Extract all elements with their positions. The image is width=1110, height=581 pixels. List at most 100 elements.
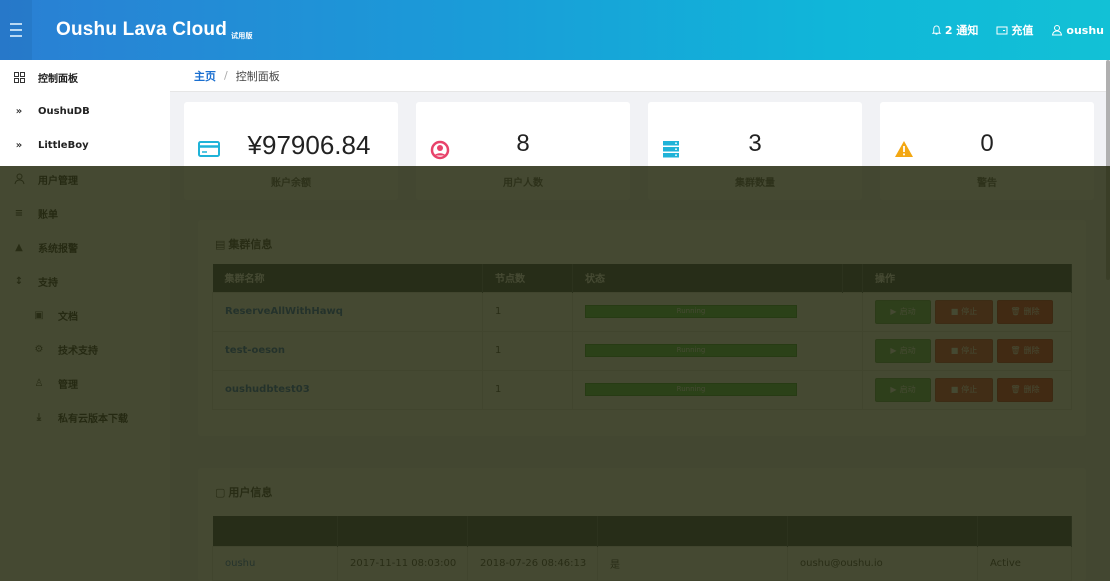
warnings-value: 0 (980, 130, 994, 157)
user-status: Active (977, 545, 1072, 581)
sidebar-item-admin[interactable]: ♙ 管理 (0, 366, 170, 400)
menu-toggle-button[interactable] (0, 0, 32, 60)
notifications-link[interactable]: 2 通知 (931, 22, 978, 38)
user-name-link[interactable]: oushu (212, 545, 338, 581)
cluster-info-panel: ▤ 集群信息 集群名称 节点数 状态 操作 ReserveAllWithHawq … (198, 220, 1086, 436)
balance-label: 账户余额 (271, 178, 311, 189)
table-header-row (212, 516, 1072, 546)
cluster-status-cell: Running (572, 369, 863, 410)
col-header[interactable] (977, 516, 1072, 546)
chevron-double-right-icon: » (15, 105, 23, 117)
stop-icon: ■ (950, 385, 959, 394)
user-icon (1052, 25, 1063, 36)
sidebar-item-docs[interactable]: ▣ 文档 (0, 298, 170, 332)
sidebar-item-label: LittleBoy (38, 139, 89, 151)
sidebar-item-oushudb[interactable]: » OushuDB (0, 94, 170, 128)
col-header[interactable] (597, 516, 788, 546)
play-icon: ▶ (890, 307, 897, 316)
pin-icon: ↕ (14, 275, 24, 287)
sidebar-item-support[interactable]: ↕ 支持 (0, 264, 170, 298)
table-row: ReserveAllWithHawq 1 Running ▶ 启动 ■ 停止 🗑 删除 (212, 291, 1072, 332)
stop-icon: ■ (950, 307, 959, 316)
status-progress-bar: Running (585, 383, 797, 396)
person-icon: ♙ (34, 377, 44, 389)
cluster-actions: ▶ 启动 ■ 停止 🗑 删除 (862, 369, 1072, 410)
chevron-double-right-icon: » (15, 139, 23, 151)
recharge-link[interactable]: 充值 (996, 22, 1033, 38)
stat-card-clusters[interactable]: 3 集群数量 (648, 102, 862, 200)
sidebar-item-dashboard[interactable]: 控制面板 (0, 60, 170, 94)
brand-title[interactable]: Oushu Lava Cloud 试用版 (56, 19, 253, 41)
user-flag: 是 (597, 545, 788, 581)
delete-button[interactable]: 🗑 删除 (997, 338, 1053, 363)
start-label: 启动 (899, 385, 916, 394)
user-menu[interactable]: oushu (1051, 24, 1104, 37)
user-panel-title: ▢ 用户信息 (212, 484, 272, 500)
col-header[interactable] (467, 516, 598, 546)
menu-line (10, 35, 22, 37)
sidebar-item-download[interactable]: ⤓ 私有云版本下载 (0, 400, 170, 434)
menu-line (10, 23, 22, 25)
list-icon: ≡ (14, 207, 24, 219)
trash-icon: 🗑 (1010, 385, 1021, 394)
delete-button[interactable]: 🗑 删除 (997, 299, 1053, 324)
stop-button[interactable]: ■ 停止 (935, 299, 993, 324)
cluster-actions: ▶ 启动 ■ 停止 🗑 删除 (862, 330, 1072, 371)
cluster-status-cell: Running (572, 291, 863, 332)
sidebar-item-tech-support[interactable]: ⚙ 技术支持 (0, 332, 170, 366)
sidebar-item-label: 支持 (38, 277, 58, 289)
stop-button[interactable]: ■ 停止 (935, 377, 993, 402)
cluster-name-link[interactable]: test-oeson (212, 330, 483, 371)
sidebar-item-billing[interactable]: ≡ 账单 (0, 196, 170, 230)
status-progress-bar: Running (585, 305, 797, 318)
cluster-actions: ▶ 启动 ■ 停止 🗑 删除 (862, 291, 1072, 332)
start-button[interactable]: ▶ 启动 (875, 377, 931, 402)
cluster-name-link[interactable]: ReserveAllWithHawq (212, 291, 483, 332)
table-row: oushu 2017-11-11 08:03:00 2018-07-26 08:… (212, 545, 1072, 581)
recharge-label: 充值 (1011, 24, 1034, 37)
user-name: oushu (1066, 23, 1104, 37)
stat-card-balance[interactable]: ¥97906.84 账户余额 (184, 102, 398, 200)
start-button[interactable]: ▶ 启动 (875, 338, 931, 363)
balance-value: ¥97906.84 (247, 130, 371, 160)
col-header[interactable] (212, 516, 338, 546)
play-icon: ▶ (890, 346, 897, 355)
sidebar-item-littleboy[interactable]: » LittleBoy (0, 128, 170, 162)
col-nodes[interactable]: 节点数 (482, 264, 573, 292)
play-icon: ▶ (890, 385, 897, 394)
user-info-panel: ▢ 用户信息 oushu 2017-11-11 08:03:00 2018-07-… (198, 468, 1086, 581)
page-scrollbar[interactable] (1106, 60, 1110, 280)
sidebar-item-alerts[interactable]: ▲ 系统报警 (0, 230, 170, 264)
col-cluster-name[interactable]: 集群名称 (212, 264, 483, 292)
sidebar-item-label: 账单 (38, 209, 58, 221)
bell-icon (931, 24, 942, 35)
stat-card-warnings[interactable]: 0 警告 (880, 102, 1094, 200)
delete-button[interactable]: 🗑 删除 (997, 377, 1053, 402)
grid-icon (12, 70, 26, 84)
breadcrumb-home-link[interactable]: 主页 (194, 68, 216, 84)
col-header[interactable] (337, 516, 468, 546)
col-header[interactable] (787, 516, 978, 546)
start-label: 启动 (899, 307, 916, 316)
cluster-nodes: 1 (482, 330, 573, 371)
stop-button[interactable]: ■ 停止 (935, 338, 993, 363)
sidebar-item-label: 私有云版本下载 (58, 413, 128, 425)
start-label: 启动 (899, 346, 916, 355)
user-card-icon: ▢ (215, 486, 226, 499)
col-blank (842, 264, 863, 292)
cluster-name-link[interactable]: oushudbtest03 (212, 369, 483, 410)
stat-card-users[interactable]: 8 用户人数 (416, 102, 630, 200)
trash-icon: 🗑 (1010, 346, 1021, 355)
brand-name: Oushu Lava Cloud (56, 19, 228, 40)
cluster-nodes: 1 (482, 291, 573, 332)
breadcrumb-current: 控制面板 (235, 69, 280, 83)
col-status[interactable]: 状态 (572, 264, 843, 292)
user-updated: 2018-07-26 08:46:13 (467, 545, 598, 581)
breadcrumb-separator: / (224, 69, 228, 82)
sidebar-item-label: 用户管理 (38, 175, 78, 187)
warnings-label: 警告 (977, 178, 997, 189)
sidebar-item-users[interactable]: 用户管理 (0, 162, 170, 196)
cluster-panel-title: ▤ 集群信息 (212, 236, 272, 252)
start-button[interactable]: ▶ 启动 (875, 299, 931, 324)
clusters-value: 3 (748, 130, 762, 157)
